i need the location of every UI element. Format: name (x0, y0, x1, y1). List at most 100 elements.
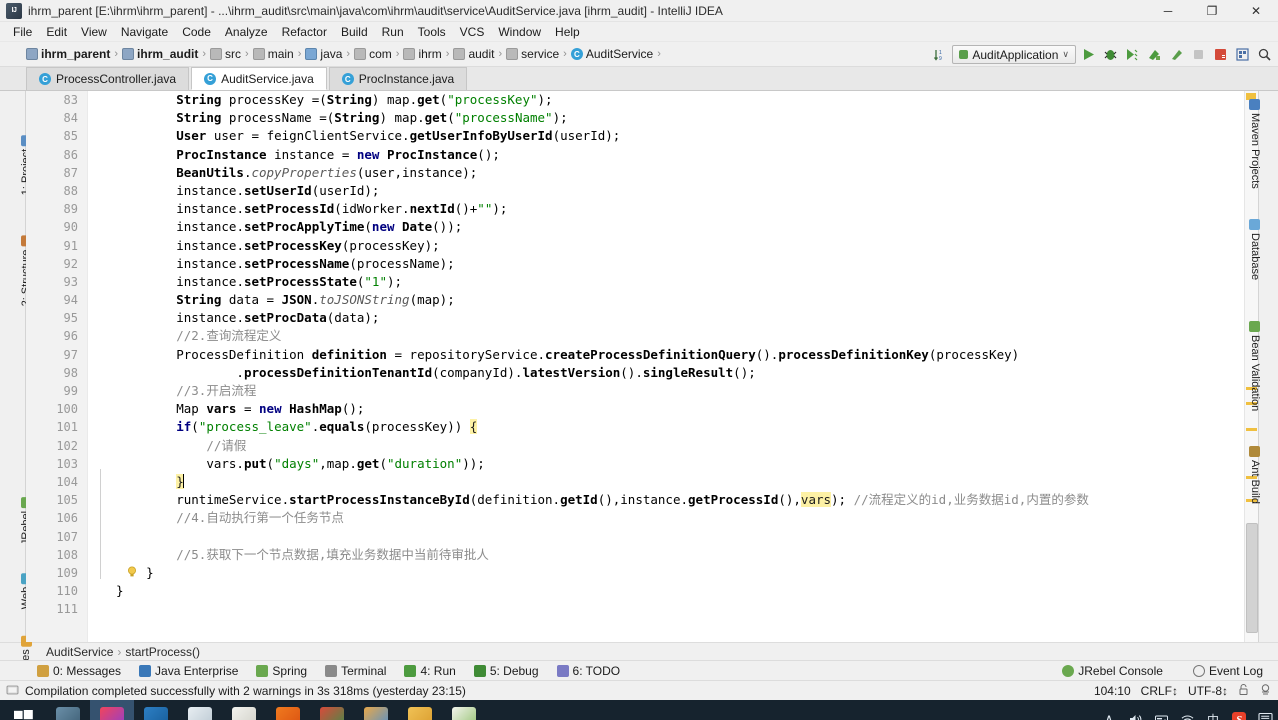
tool-window-debug[interactable]: 5: Debug (465, 664, 548, 678)
editor-tab-ProcessController[interactable]: ProcessController.java (26, 67, 190, 90)
inspection-icon[interactable] (1259, 683, 1272, 699)
code-line[interactable]: 85 User user = feignClientService.getUse… (26, 127, 1258, 145)
code-line[interactable]: 103 vars.put("days",map.get("duration"))… (26, 455, 1258, 473)
editor-scrollbar-thumb[interactable] (1246, 523, 1258, 633)
tool-tab-mavenprojects[interactable]: Maven Projects (1249, 99, 1261, 189)
code-line[interactable]: 104 } (26, 473, 1258, 491)
code-line[interactable]: 102 //请假 (26, 437, 1258, 455)
code-line[interactable]: 93 instance.setProcessState("1"); (26, 273, 1258, 291)
run-with-coverage-icon[interactable] (1122, 45, 1142, 65)
code-line[interactable]: 100 Map vars = new HashMap(); (26, 400, 1258, 418)
code-line[interactable]: 101 if("process_leave".equals(processKey… (26, 418, 1258, 436)
breadcrumb-item-src[interactable]: src (210, 47, 241, 61)
code-line[interactable]: 90 instance.setProcApplyTime(new Date())… (26, 218, 1258, 236)
tool-window-todo[interactable]: 6: TODO (548, 664, 630, 678)
wifi-icon[interactable] (1174, 700, 1200, 720)
run-configuration-selector[interactable]: AuditApplication ∨ (952, 45, 1076, 64)
tool-window-eventlog[interactable]: Event Log (1184, 664, 1272, 678)
menu-navigate[interactable]: Navigate (114, 23, 175, 41)
breadcrumb-item-ihrm_parent[interactable]: ihrm_parent (26, 47, 110, 61)
taskbar-app-intellij-idea[interactable] (90, 700, 134, 720)
menu-edit[interactable]: Edit (39, 23, 74, 41)
code-line[interactable]: 86 ProcInstance instance = new ProcInsta… (26, 146, 1258, 164)
code-line[interactable]: 92 instance.setProcessName(processName); (26, 255, 1258, 273)
warning-marker[interactable] (1246, 428, 1257, 431)
menu-view[interactable]: View (74, 23, 114, 41)
menu-build[interactable]: Build (334, 23, 375, 41)
code-line[interactable]: 83 String processKey =(String) map.get("… (26, 91, 1258, 109)
breadcrumb-item-main[interactable]: main (252, 47, 294, 61)
code-line[interactable]: 110} (26, 582, 1258, 600)
menu-file[interactable]: File (6, 23, 39, 41)
taskbar-app-text-editor[interactable] (222, 700, 266, 720)
maximize-button[interactable]: ❐ (1190, 0, 1234, 22)
code-line[interactable]: 87 BeanUtils.copyProperties(user,instanc… (26, 164, 1258, 182)
taskbar-app-vscode[interactable] (134, 700, 178, 720)
menu-code[interactable]: Code (175, 23, 218, 41)
file-encoding[interactable]: UTF-8↕ (1188, 684, 1228, 698)
notifications-icon[interactable]: 1 (1252, 700, 1278, 720)
code-line[interactable]: 106 //4.自动执行第一个任务节点 (26, 509, 1258, 527)
code-line[interactable]: 96 //2.查询流程定义 (26, 327, 1258, 345)
editor-tab-AuditService[interactable]: AuditService.java (191, 67, 327, 90)
tool-tab-antbuild[interactable]: Ant Build (1249, 446, 1261, 504)
tool-window-terminal[interactable]: Terminal (316, 664, 395, 678)
line-separator[interactable]: CRLF↕ (1141, 684, 1178, 698)
breadcrumb-item-AuditService[interactable]: AuditService (570, 47, 653, 61)
debug-icon[interactable] (1100, 45, 1120, 65)
read-only-lock-icon[interactable] (1238, 683, 1249, 699)
code-line[interactable]: 97 ProcessDefinition definition = reposi… (26, 346, 1258, 364)
caret-position[interactable]: 104:10 (1094, 684, 1131, 698)
menu-tools[interactable]: Tools (411, 23, 453, 41)
sort-toggle-icon[interactable]: 19 (930, 45, 950, 65)
network-adapter-icon[interactable] (1148, 700, 1174, 720)
taskbar-app-navicat[interactable] (46, 700, 90, 720)
tool-window-messages[interactable]: 0: Messages (28, 664, 130, 678)
breadcrumb-item-java[interactable]: java (305, 47, 342, 61)
tool-tab-beanvalidation[interactable]: Bean Validation (1249, 321, 1261, 411)
code-line[interactable]: 88 instance.setUserId(userId); (26, 182, 1258, 200)
minimize-button[interactable]: ─ (1146, 0, 1190, 22)
taskbar-app-file-explorer[interactable] (398, 700, 442, 720)
code-editor[interactable]: 83 String processKey =(String) map.get("… (26, 91, 1258, 642)
update-application-icon[interactable] (1210, 45, 1230, 65)
tool-window-javaenterprise[interactable]: Java Enterprise (130, 664, 247, 678)
volume-icon[interactable] (1122, 700, 1148, 720)
windows-start-icon[interactable] (0, 700, 46, 720)
taskbar-app-explorer-window[interactable] (178, 700, 222, 720)
code-line[interactable]: 109 } (26, 564, 1258, 582)
intention-bulb-icon[interactable] (125, 565, 139, 579)
menu-analyze[interactable]: Analyze (218, 23, 275, 41)
menu-help[interactable]: Help (548, 23, 587, 41)
attach-profiler-icon[interactable] (1144, 45, 1164, 65)
code-line[interactable]: 91 instance.setProcessKey(processKey); (26, 237, 1258, 255)
code-line[interactable]: 84 String processName =(String) map.get(… (26, 109, 1258, 127)
menu-window[interactable]: Window (491, 23, 548, 41)
sogou-input-icon[interactable]: S (1226, 700, 1252, 720)
code-line[interactable]: 105 runtimeService.startProcessInstanceB… (26, 491, 1258, 509)
taskbar-app-chrome[interactable] (310, 700, 354, 720)
menu-refactor[interactable]: Refactor (275, 23, 334, 41)
taskbar-app-foxit-reader[interactable] (266, 700, 310, 720)
breadcrumb-item-com[interactable]: com (354, 47, 392, 61)
ime-chinese-icon[interactable]: 中 (1200, 700, 1226, 720)
settings-sync-icon[interactable] (1232, 45, 1252, 65)
code-line[interactable]: 94 String data = JSON.toJSONString(map); (26, 291, 1258, 309)
breadcrumb-method[interactable]: startProcess() (125, 645, 200, 659)
tool-window-run[interactable]: 4: Run (395, 664, 464, 678)
breadcrumb-item-audit[interactable]: audit (453, 47, 494, 61)
tool-window-jrebelconsole[interactable]: JRebel Console (1053, 664, 1172, 678)
breadcrumb-class[interactable]: AuditService (46, 645, 113, 659)
taskbar-app-note-app[interactable] (442, 700, 486, 720)
show-hidden-icons-chevron[interactable]: ∧ (1096, 700, 1122, 720)
breadcrumb-item-service[interactable]: service (506, 47, 559, 61)
code-line[interactable]: 108 //5.获取下一个节点数据,填充业务数据中当前待审批人 (26, 546, 1258, 564)
tool-tab-database[interactable]: Database (1249, 219, 1261, 280)
breadcrumb-item-ihrm[interactable]: ihrm (403, 47, 442, 61)
code-line[interactable]: 95 instance.setProcData(data); (26, 309, 1258, 327)
search-everywhere-icon[interactable] (1254, 45, 1274, 65)
tool-window-spring[interactable]: Spring (247, 664, 316, 678)
code-line[interactable]: 111 (26, 600, 1258, 618)
breadcrumb-item-ihrm_audit[interactable]: ihrm_audit (122, 47, 198, 61)
profile-icon[interactable] (1166, 45, 1186, 65)
